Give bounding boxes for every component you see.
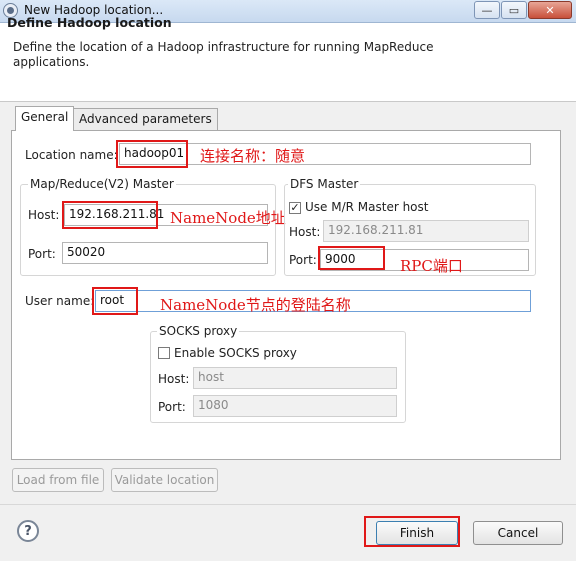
- close-button[interactable]: ✕: [528, 1, 572, 19]
- dfs-master-title: DFS Master: [288, 177, 361, 191]
- use-mr-host-checkbox[interactable]: [289, 202, 301, 214]
- dfs-host-label: Host:: [289, 225, 321, 239]
- highlight-box: [318, 246, 385, 270]
- socks-host-input[interactable]: host: [193, 367, 397, 389]
- socks-proxy-title: SOCKS proxy: [157, 324, 240, 338]
- load-from-file-button[interactable]: Load from file: [12, 468, 104, 492]
- minimize-button[interactable]: —: [474, 1, 500, 19]
- mr-host-annotation: NameNode地址: [170, 209, 286, 227]
- user-name-label: User name:: [25, 294, 95, 308]
- footer-divider: [0, 504, 576, 505]
- mapreduce-master-title: Map/Reduce(V2) Master: [28, 177, 176, 191]
- highlight-box: [62, 201, 158, 229]
- mr-host-label: Host:: [28, 208, 60, 222]
- mr-port-input[interactable]: 50020: [62, 242, 268, 264]
- highlight-box: [92, 287, 138, 315]
- location-name-label: Location name:: [25, 148, 118, 162]
- use-mr-host-label: Use M/R Master host: [305, 200, 429, 214]
- help-icon[interactable]: ?: [17, 520, 39, 542]
- tab-advanced-parameters[interactable]: Advanced parameters: [73, 108, 218, 130]
- mr-port-label: Port:: [28, 247, 56, 261]
- cancel-button[interactable]: Cancel: [473, 521, 563, 545]
- page-description: Define the location of a Hadoop infrastr…: [13, 40, 434, 69]
- enable-socks-checkbox[interactable]: [158, 347, 170, 359]
- dfs-port-annotation: RPC端口: [400, 257, 463, 275]
- enable-socks-label: Enable SOCKS proxy: [174, 346, 297, 360]
- location-name-annotation: 连接名称：随意: [200, 147, 306, 165]
- user-name-annotation: NameNode节点的登陆名称: [160, 296, 351, 314]
- dfs-host-input[interactable]: 192.168.211.81: [323, 220, 529, 242]
- maximize-button[interactable]: ▭: [501, 1, 527, 19]
- dfs-port-label: Port:: [289, 253, 317, 267]
- socks-port-input[interactable]: 1080: [193, 395, 397, 417]
- tab-general[interactable]: General: [15, 106, 75, 131]
- page-title: Define Hadoop location: [7, 15, 172, 30]
- socks-host-label: Host:: [158, 372, 190, 386]
- highlight-box: [364, 516, 460, 547]
- socks-port-label: Port:: [158, 400, 186, 414]
- validate-location-button[interactable]: Validate location: [111, 468, 218, 492]
- highlight-box: [116, 140, 188, 168]
